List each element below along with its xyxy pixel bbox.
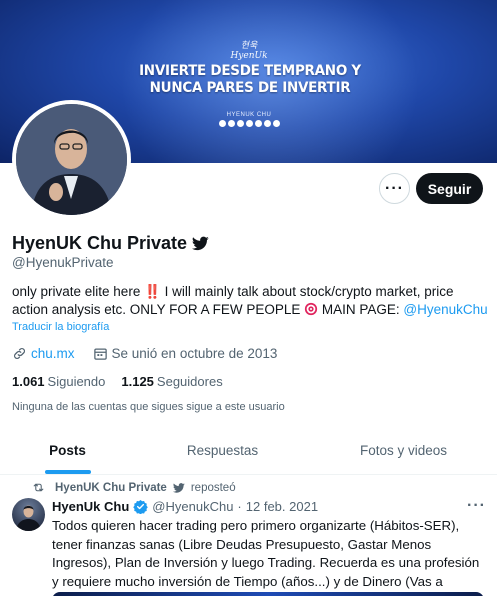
more-options-button[interactable]: ···	[379, 173, 410, 204]
repost-icon	[33, 483, 44, 492]
reposted-label: reposteó	[190, 481, 236, 494]
banner-headline-line2: NUNCA PARES DE INVERTIR	[149, 80, 351, 96]
bio-text: only private elite here	[12, 284, 145, 299]
double-exclamation-icon: ‼️	[144, 284, 161, 299]
profile-name-row: HyenUK Chu Private	[12, 233, 209, 254]
banner-logo: 현욱 HyenUk	[230, 41, 268, 61]
banner-brand: HYENUK CHU	[226, 112, 272, 118]
followers-count: 1.125	[121, 374, 154, 389]
social-icon	[218, 120, 226, 127]
bird-icon	[192, 236, 209, 251]
followers-link[interactable]: 1.125 Seguidores	[121, 374, 222, 389]
following-link[interactable]: 1.061 Siguiendo	[12, 374, 105, 389]
translate-bio-link[interactable]: Traducir la biografía	[12, 321, 109, 333]
social-icon	[254, 120, 262, 127]
tab-replies[interactable]: Respuestas	[135, 427, 310, 474]
social-icon	[272, 120, 280, 127]
tab-label: Posts	[49, 443, 86, 458]
person-silhouette-icon	[16, 104, 127, 215]
following-label: Siguiendo	[47, 374, 106, 389]
follow-button[interactable]: Seguir	[416, 173, 483, 204]
banner-social-icons	[213, 120, 285, 129]
avatar-photo	[16, 104, 127, 215]
separator-dot: ·	[237, 499, 242, 514]
tweet-more-button[interactable]: ···	[467, 497, 486, 515]
tab-label: Respuestas	[186, 443, 259, 458]
profile-meta: chu.mx Se unió en octubre de 2013	[12, 346, 277, 361]
profile-handle: @HyenukPrivate	[12, 255, 114, 270]
display-name: HyenUK Chu Private	[12, 233, 188, 253]
bio-text: MAIN PAGE:	[318, 302, 404, 317]
joined-date: Se unió en octubre de 2013	[111, 346, 278, 361]
tweet-text: Todos quieren hacer trading pero primero…	[52, 518, 480, 596]
bird-icon	[172, 482, 185, 493]
tweet-header: HyenUk Chu @HyenukChu · 12 feb. 2021	[52, 499, 318, 514]
active-tab-indicator	[44, 470, 91, 474]
profile-tabs: Posts Respuestas Fotos y videos	[0, 427, 497, 475]
follow-stats: 1.061 Siguiendo 1.125 Seguidores	[12, 374, 223, 389]
tab-media[interactable]: Fotos y videos	[310, 427, 497, 474]
social-icon	[245, 120, 253, 127]
link-icon	[14, 348, 25, 359]
followers-label: Seguidores	[156, 374, 223, 389]
tweet-author-handle[interactable]: @HyenukChu	[152, 499, 233, 514]
social-icon	[236, 120, 244, 127]
verified-badge-icon[interactable]	[133, 499, 149, 514]
tweet-date[interactable]: 12 feb. 2021	[246, 499, 318, 514]
calendar-icon	[93, 348, 107, 360]
social-icon	[227, 120, 235, 127]
profile-avatar[interactable]	[12, 100, 131, 219]
following-count: 1.061	[12, 374, 45, 389]
repost-context: HyenUK Chu Private reposteó	[32, 481, 236, 494]
reposter-name[interactable]: HyenUK Chu Private	[55, 482, 167, 494]
tweet-media[interactable]	[52, 592, 484, 596]
social-icon	[263, 120, 271, 127]
tab-posts[interactable]: Posts	[0, 427, 135, 474]
banner-headline: INVIERTE DESDE TEMPRANO Y NUNCA PARES DE…	[138, 63, 361, 97]
person-silhouette-icon	[16, 505, 41, 531]
website-link[interactable]: chu.mx	[31, 346, 75, 361]
mutual-followers-note: Ninguna de las cuentas que sigues sigue …	[12, 401, 285, 413]
tweet-author-name[interactable]: HyenUk Chu	[52, 499, 129, 514]
target-icon	[304, 302, 318, 316]
tweet-author-avatar[interactable]	[12, 498, 45, 531]
tab-label: Fotos y videos	[359, 443, 448, 458]
profile-bio: only private elite here ‼️ I will mainly…	[12, 283, 490, 319]
banner-headline-line1: INVIERTE DESDE TEMPRANO Y	[139, 63, 361, 79]
bio-mention-link[interactable]: @HyenukChu	[403, 302, 487, 317]
